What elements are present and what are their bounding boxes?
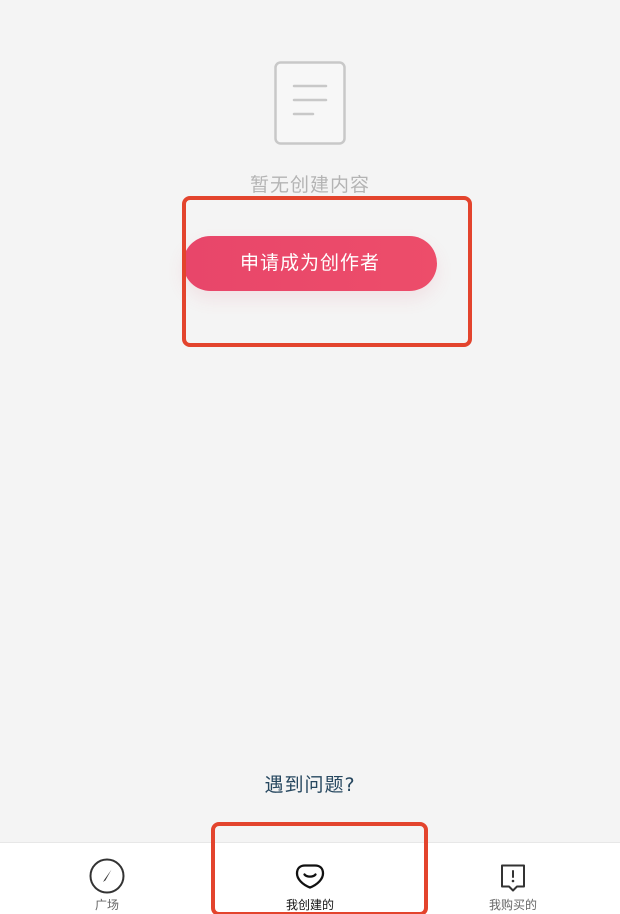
help-link[interactable]: 遇到问题? — [0, 770, 620, 797]
empty-state-text: 暂无创建内容 — [249, 174, 370, 196]
bottom-navigation: 广场 我创建的 我购买的 — [0, 842, 620, 914]
nav-tab-created[interactable]: 我创建的 — [207, 843, 413, 914]
document-icon — [274, 61, 346, 145]
nav-tab-square[interactable]: 广场 — [4, 843, 210, 914]
nav-tab-purchased-label: 我购买的 — [488, 898, 537, 912]
chat-bubble-icon — [493, 856, 533, 896]
nav-tab-purchased[interactable]: 我购买的 — [410, 843, 616, 914]
nav-tab-created-label: 我创建的 — [285, 898, 334, 912]
nav-tab-square-label: 广场 — [94, 898, 119, 912]
page: 暂无创建内容 申请成为创作者 遇到问题? 广场 我创建的 我购买的 — [0, 0, 620, 914]
compass-icon — [87, 856, 127, 896]
heart-shield-icon — [290, 856, 330, 896]
apply-creator-button[interactable]: 申请成为创作者 — [183, 236, 437, 291]
